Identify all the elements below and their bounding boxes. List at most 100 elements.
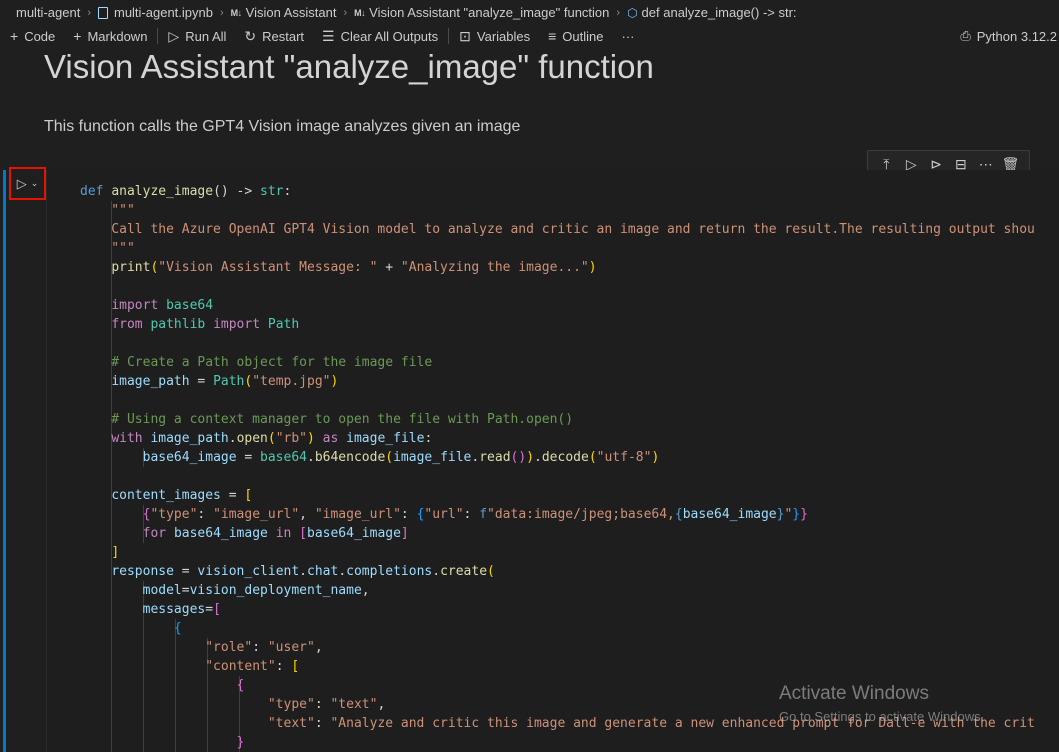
code-line: ] bbox=[80, 543, 1035, 562]
toolbar-divider bbox=[157, 28, 159, 44]
clear-all-outputs-label: Clear All Outputs bbox=[340, 28, 439, 44]
run-all-label: Run All bbox=[185, 28, 227, 44]
code-token: = bbox=[173, 564, 198, 579]
code-line: # Using a context manager to open the fi… bbox=[80, 410, 1035, 429]
code-token: base64_image bbox=[307, 526, 401, 541]
code-token: { bbox=[236, 678, 245, 693]
code-token: base64_image bbox=[173, 526, 268, 541]
code-token: response bbox=[111, 564, 174, 579]
breadcrumb-item-function[interactable]: ⬡ def analyze_image() -> str: bbox=[627, 5, 796, 20]
add-markdown-cell-button[interactable]: + Markdown bbox=[73, 28, 147, 44]
code-token: "type" bbox=[150, 507, 198, 522]
code-line: { bbox=[80, 676, 1035, 695]
restart-button[interactable]: ↻ Restart bbox=[244, 28, 304, 45]
code-token: ( bbox=[267, 431, 276, 446]
code-line: def analyze_image() -> str: bbox=[80, 182, 1035, 201]
code-token: ] bbox=[111, 545, 120, 560]
code-token: "image_url" bbox=[314, 507, 401, 522]
code-token: base64 bbox=[260, 450, 307, 465]
more-actions-button[interactable]: ··· bbox=[622, 29, 635, 44]
code-token: ) bbox=[330, 374, 339, 389]
code-line: with image_path.open("rb") as image_file… bbox=[80, 429, 1035, 448]
code-line: messages=[ bbox=[80, 600, 1035, 619]
code-line: "role": "user", bbox=[80, 638, 1035, 657]
breadcrumb-label: Vision Assistant "analyze_image" functio… bbox=[369, 5, 610, 20]
code-token: b64encode bbox=[314, 450, 386, 465]
code-token: messages bbox=[142, 602, 206, 617]
code-token: "Vision Assistant Message: " bbox=[158, 260, 378, 275]
code-line: { bbox=[80, 619, 1035, 638]
code-cell-editor[interactable]: def analyze_image() -> str: """ Call the… bbox=[46, 170, 1059, 752]
chevron-right-icon: › bbox=[87, 6, 91, 19]
markdown-icon: M↓ bbox=[354, 7, 366, 18]
code-token: print bbox=[111, 260, 151, 275]
run-cell-button[interactable]: ▷ ⌄ bbox=[9, 167, 46, 200]
code-token: decode bbox=[541, 450, 589, 465]
chevron-down-icon[interactable]: ⌄ bbox=[31, 178, 39, 189]
breadcrumb-item-notebook[interactable]: multi-agent.ipynb › bbox=[97, 5, 231, 20]
code-token: = bbox=[181, 583, 190, 598]
code-token: "text" bbox=[330, 697, 378, 712]
variables-button[interactable]: ⊡ Variables bbox=[459, 28, 530, 45]
code-token: def bbox=[80, 184, 112, 199]
add-code-cell-button[interactable]: + Code bbox=[10, 28, 55, 44]
code-token: ( bbox=[588, 450, 597, 465]
code-line: """ bbox=[80, 201, 1035, 220]
add-markdown-label: Markdown bbox=[87, 28, 148, 44]
code-token: , bbox=[361, 583, 370, 598]
code-content: def analyze_image() -> str: """ Call the… bbox=[80, 182, 1035, 752]
code-token: from bbox=[111, 317, 143, 332]
code-token: "content" bbox=[205, 659, 276, 674]
code-token: { bbox=[674, 507, 683, 522]
code-line: print("Vision Assistant Message: " + "An… bbox=[80, 258, 1035, 277]
code-token: { bbox=[173, 621, 182, 636]
breadcrumb-item-section[interactable]: M↓ Vision Assistant › bbox=[231, 5, 354, 20]
code-token: Path bbox=[213, 374, 245, 389]
code-token: in bbox=[275, 526, 292, 541]
code-token: : bbox=[275, 659, 292, 674]
kernel-picker[interactable]: ⎙ Python 3.12.2 bbox=[960, 25, 1057, 47]
clear-all-outputs-button[interactable]: ☰ Clear All Outputs bbox=[322, 28, 438, 45]
breadcrumb-label: multi-agent.ipynb bbox=[113, 5, 213, 20]
code-token: base64_image bbox=[142, 450, 237, 465]
code-token: [ bbox=[291, 659, 300, 674]
breadcrumb-item-subsection[interactable]: M↓ Vision Assistant "analyze_image" func… bbox=[354, 5, 627, 20]
code-token: create bbox=[440, 564, 488, 579]
code-line: response = vision_client.chat.completion… bbox=[80, 562, 1035, 581]
breadcrumb-item-folder[interactable]: multi-agent › bbox=[16, 5, 98, 20]
run-all-button[interactable]: ▷ Run All bbox=[168, 28, 226, 45]
code-token: Path bbox=[267, 317, 300, 332]
code-token: : bbox=[314, 697, 331, 712]
chevron-right-icon: › bbox=[343, 6, 348, 19]
code-token: + bbox=[377, 260, 401, 275]
code-token: , bbox=[377, 697, 386, 712]
kernel-label: Python 3.12.2 bbox=[976, 28, 1057, 44]
code-line: model=vision_deployment_name, bbox=[80, 581, 1035, 600]
code-token: . bbox=[228, 431, 237, 446]
code-token: "image_url" bbox=[213, 507, 300, 522]
cell-focus-indicator bbox=[3, 170, 6, 752]
code-line: content_images = [ bbox=[80, 486, 1035, 505]
code-line: # Create a Path object for the image fil… bbox=[80, 353, 1035, 372]
code-token: vision_deployment_name bbox=[189, 583, 362, 598]
code-token: } bbox=[800, 507, 808, 522]
code-token: """ bbox=[80, 203, 135, 218]
code-token: . bbox=[307, 450, 315, 465]
outline-button[interactable]: ≡ Outline bbox=[548, 28, 603, 44]
code-line: from pathlib import Path bbox=[80, 315, 1035, 334]
code-token: () bbox=[510, 450, 527, 465]
code-token: chat bbox=[307, 564, 339, 579]
code-token: with bbox=[111, 431, 143, 446]
